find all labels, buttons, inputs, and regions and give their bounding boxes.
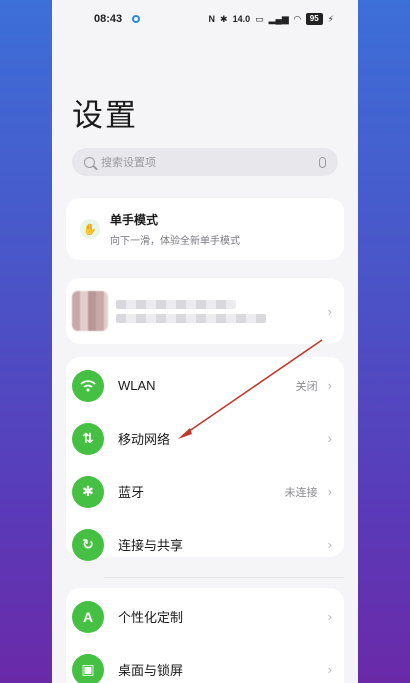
search-placeholder: 搜索设置项: [101, 157, 156, 169]
display-list: A 个性化定制 › ▣ 桌面与锁屏 ›: [66, 588, 344, 683]
account-card[interactable]: ›: [66, 278, 344, 344]
divider: [104, 577, 344, 578]
search-input[interactable]: 搜索设置项: [72, 148, 338, 176]
hd-icon: ▭: [255, 13, 264, 24]
chevron-right-icon: ›: [327, 537, 332, 552]
chevron-right-icon: ›: [327, 378, 332, 393]
search-icon: [84, 156, 95, 168]
share-icon: ↻: [72, 528, 104, 561]
one-hand-title: 单手模式: [110, 213, 159, 227]
personalize-icon: A: [72, 600, 104, 633]
bluetooth-label: 蓝牙: [118, 485, 145, 500]
avatar: [72, 291, 108, 331]
account-info-blurred: [116, 295, 266, 328]
chevron-right-icon: ›: [327, 484, 332, 499]
list-item-connection-sharing[interactable]: ↻ 连接与共享 ›: [66, 518, 344, 571]
list-item-wlan[interactable]: WLAN 关闭 ›: [66, 359, 344, 412]
bluetooth-value: 未连接: [284, 486, 318, 499]
mobile-data-icon: ⇅: [72, 422, 104, 455]
status-bar: 08:43 N ✱ 14.0 ▭ ▂▄▆ ◠ 95 ⚡: [52, 0, 358, 38]
one-hand-subtitle: 向下一滑，体验全新单手模式: [110, 236, 240, 247]
notification-icon: [132, 15, 141, 23]
wifi-status-icon: ◠: [293, 13, 301, 24]
wallpaper-icon: ▣: [72, 653, 104, 683]
bluetooth-icon: ✱: [72, 475, 104, 508]
net-speed-value: 14.0: [232, 14, 251, 24]
one-hand-mode-card[interactable]: ✋ 单手模式 向下一滑，体验全新单手模式: [66, 198, 344, 260]
list-item-mobile-network[interactable]: ⇅ 移动网络 ›: [66, 412, 344, 465]
list-item-bluetooth[interactable]: ✱ 蓝牙 未连接 ›: [66, 465, 344, 518]
wifi-icon: [72, 369, 104, 402]
connection-sharing-label: 连接与共享: [118, 538, 184, 553]
bluetooth-status-icon: ✱: [220, 13, 228, 24]
net-speed: 14.0: [233, 14, 251, 24]
phone-screen: 08:43 N ✱ 14.0 ▭ ▂▄▆ ◠ 95 ⚡ 设置 搜索设置项 ✋ 单…: [52, 0, 358, 683]
mobile-network-label: 移动网络: [118, 432, 171, 447]
chevron-right-icon: ›: [327, 431, 332, 446]
connectivity-list: WLAN 关闭 › ⇅ 移动网络 › ✱ 蓝牙 未连接 › ↻ 连接与共享 ›: [66, 357, 344, 561]
signal-icon: ▂▄▆: [268, 13, 289, 24]
nfc-icon: N: [208, 14, 216, 24]
home-lock-label: 桌面与锁屏: [118, 663, 184, 678]
chevron-right-icon: ›: [327, 609, 332, 624]
battery-icon: 95: [305, 13, 323, 25]
chevron-right-icon: ›: [327, 662, 332, 677]
list-item-personalize[interactable]: A 个性化定制 ›: [66, 590, 344, 643]
list-item-home-lock[interactable]: ▣ 桌面与锁屏 ›: [66, 643, 344, 683]
status-time: 08:43: [94, 13, 123, 25]
microphone-icon[interactable]: [319, 156, 326, 168]
wlan-value: 关闭: [295, 380, 318, 393]
charging-icon: ⚡: [327, 13, 334, 24]
chevron-right-icon: ›: [327, 303, 332, 319]
one-hand-icon: ✋: [80, 219, 100, 239]
personalize-label: 个性化定制: [118, 610, 184, 625]
wlan-label: WLAN: [118, 378, 156, 393]
